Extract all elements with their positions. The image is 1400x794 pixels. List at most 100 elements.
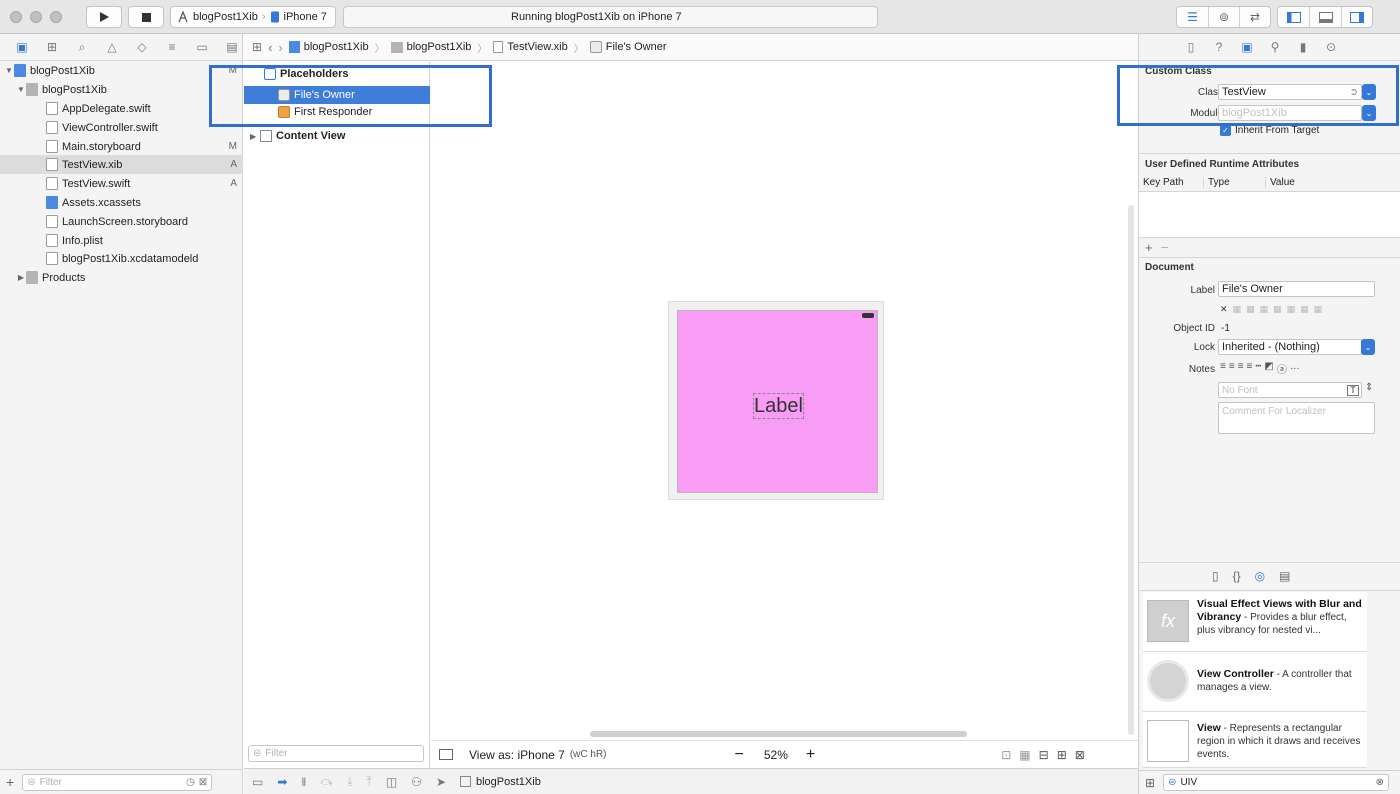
tree-item-datamodel[interactable]: blogPost1Xib.xcdatamodeld [0,249,243,268]
step-in-icon[interactable]: ⤓ [347,774,352,789]
align-center-icon[interactable]: ≡ [1229,361,1235,376]
report-icon[interactable]: ▤ [224,40,240,54]
column-header[interactable]: Key Path [1139,177,1203,188]
resolve-issues-icon[interactable]: ⊠ [1075,748,1085,762]
horizontal-scrollbar[interactable] [590,731,967,737]
object-library-icon[interactable]: ◎ [1255,569,1265,583]
tree-item-products[interactable]: ▶ Products [0,268,243,287]
code-snippet-icon[interactable]: {} [1233,569,1241,583]
recent-files-icon[interactable]: ◷ [186,777,195,788]
outline-filter-field[interactable]: ⊜ Filter [248,745,424,762]
color-swatch-icon[interactable]: ▦ [1273,304,1282,315]
color-swatch-icon[interactable]: ▦ [1314,304,1323,315]
test-view[interactable]: Label [677,310,878,493]
add-icon[interactable]: + [6,774,14,790]
document-label-field[interactable]: File's Owner [1218,281,1375,297]
warning-icon[interactable]: △ [104,40,120,54]
text-attributes-icon[interactable]: ⓐ [1277,361,1287,376]
color-swatch-icon[interactable]: ▦ [1260,304,1269,315]
navigator-filter-field[interactable]: ⊜ Filter ◷ ⊠ [22,773,213,791]
hide-debug-icon[interactable]: ▭ [252,775,263,789]
step-over-icon[interactable]: ⤼ [320,774,333,789]
breadcrumb-group[interactable]: blogPost1Xib [390,41,471,53]
font-stepper-icon[interactable]: ⇕ [1365,382,1373,393]
column-header[interactable]: Type [1203,177,1265,188]
color-well-icon[interactable]: ◩ [1264,361,1273,376]
file-inspector-icon[interactable]: ▯ [1183,40,1199,54]
quick-help-icon[interactable]: ? [1211,40,1227,54]
disclosure-closed-icon[interactable]: ▶ [250,132,260,141]
breakpoint-icon[interactable]: ▭ [194,40,210,54]
add-attribute-icon[interactable]: + [1145,240,1153,255]
library-item[interactable]: View - Represents a rectangular region i… [1143,712,1367,768]
back-arrow-icon[interactable]: ‹ [268,40,272,55]
tree-item-assets[interactable]: Assets.xcassets [0,193,243,212]
tree-item-appdelegate[interactable]: AppDelegate.swift [0,99,243,118]
memory-graph-icon[interactable]: ⚇ [411,775,422,789]
media-library-icon[interactable]: ▤ [1279,569,1290,583]
standard-editor-icon[interactable]: ☰ [1177,7,1209,27]
color-swatch-icon[interactable]: ▦ [1287,304,1296,315]
version-editor-icon[interactable]: ⇄ [1240,7,1270,27]
comment-field[interactable]: Comment For Localizer [1218,402,1375,434]
attributes-inspector-icon[interactable]: ⚲ [1267,40,1283,54]
align-icon[interactable]: ⊟ [1039,748,1049,762]
run-button[interactable] [86,6,122,28]
outline-content-view[interactable]: ▶ Content View [244,127,430,145]
scene-frame[interactable]: Label [668,301,884,500]
connections-inspector-icon[interactable]: ⊙ [1323,40,1339,54]
folder-icon[interactable]: ▣ [14,40,30,54]
grid-view-icon[interactable]: ⊞ [1145,776,1155,790]
clear-search-icon[interactable]: ⊗ [1376,777,1384,788]
inherit-checkbox-row[interactable]: ✓ Inherit From Target [1220,125,1319,136]
tree-item-launchscreen[interactable]: LaunchScreen.storyboard [0,212,243,231]
location-icon[interactable]: ➤ [436,775,446,789]
disclosure-open-icon[interactable]: ▼ [16,85,26,94]
lock-popup[interactable]: Inherited - (Nothing) [1218,339,1362,355]
tree-item-project[interactable]: ▼ blogPost1Xib M [0,61,243,80]
color-swatch-icon[interactable]: ▦ [1246,304,1255,315]
pause-icon[interactable]: ‖ [301,775,306,789]
identity-inspector-icon[interactable]: ▣ [1239,40,1255,54]
natural-align-icon[interactable]: ┅ [1255,361,1261,376]
close-window-button[interactable] [10,11,22,23]
embed-stack-icon[interactable]: ▦ [1019,748,1030,762]
pin-icon[interactable]: ⊞ [1057,748,1067,762]
remove-attribute-icon[interactable]: − [1161,240,1169,255]
tree-item-group[interactable]: ▼ blogPost1Xib [0,80,243,99]
zoom-out-icon[interactable]: − [735,746,744,764]
tree-item-viewcontroller[interactable]: ViewController.swift [0,118,243,137]
color-swatch-icon[interactable]: ▦ [1233,304,1242,315]
align-right-icon[interactable]: ≡ [1238,361,1244,376]
tree-item-main-storyboard[interactable]: Main.storyboard M [0,137,243,156]
scm-filter-icon[interactable]: ⊠ [199,777,207,788]
disclosure-open-icon[interactable]: ▼ [4,66,14,75]
runtime-attributes-table[interactable] [1139,192,1400,238]
debug-target[interactable]: blogPost1Xib [460,776,541,788]
justify-icon[interactable]: ≡ [1247,361,1253,376]
breadcrumb-project[interactable]: blogPost1Xib [288,41,369,53]
vertical-scrollbar[interactable] [1128,205,1134,735]
checkbox-checked-icon[interactable]: ✓ [1220,125,1231,136]
view-debugger-icon[interactable]: ◫ [386,775,397,789]
forward-arrow-icon[interactable]: › [278,40,282,55]
tree-item-testview-xib[interactable]: TestView.xib A [0,155,243,174]
color-swatch-icon[interactable]: ▦ [1300,304,1309,315]
scheme-selector[interactable]: blogPost1Xib › iPhone 7 [170,6,336,28]
library-search-field[interactable]: ⊜ UIV ⊗ [1163,774,1390,791]
lock-dropdown-button[interactable]: ⌄ [1361,339,1375,355]
library-item[interactable]: View Controller - A controller that mana… [1143,652,1367,712]
view-as-label[interactable]: View as: iPhone 7 [469,748,565,762]
disclosure-closed-icon[interactable]: ▶ [16,273,26,282]
size-inspector-icon[interactable]: ▮ [1295,40,1311,54]
stop-button[interactable] [128,6,164,28]
search-icon[interactable]: ⌕ [74,40,90,55]
tree-item-info-plist[interactable]: Info.plist [0,231,243,250]
debug-icon[interactable]: ≡ [164,40,180,54]
utilities-toggle-icon[interactable] [1342,7,1372,27]
test-icon[interactable]: ◇ [134,40,150,54]
font-field[interactable]: No Font T [1218,382,1362,398]
library-item[interactable]: fx Visual Effect Views with Blur and Vib… [1143,592,1367,652]
navigator-toggle-icon[interactable] [1278,7,1310,27]
more-icon[interactable]: … [1290,361,1300,376]
